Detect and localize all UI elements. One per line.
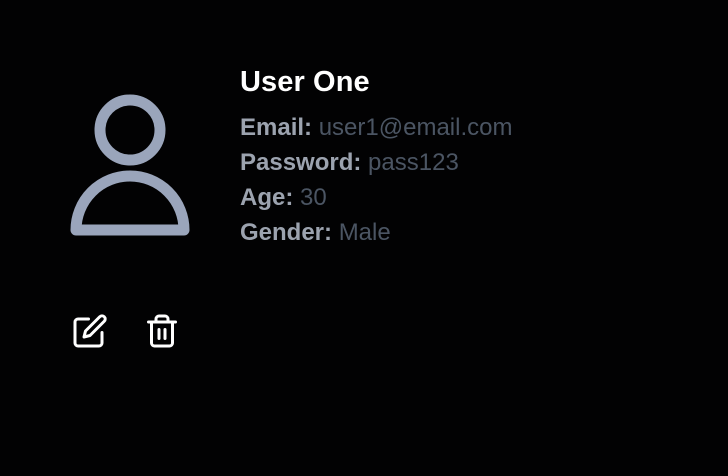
gender-value: Male — [338, 219, 391, 246]
trash-icon — [144, 313, 180, 352]
age-value: 30 — [300, 184, 327, 211]
user-info: User One Email: user1@email.com Password… — [240, 64, 512, 250]
email-label: Email: — [240, 114, 313, 141]
user-avatar-icon — [70, 88, 190, 238]
age-row: Age: 30 — [240, 180, 512, 215]
age-label: Age: — [240, 184, 294, 211]
email-value: user1@email.com — [318, 114, 513, 141]
user-actions — [72, 313, 180, 352]
email-row: Email: user1@email.com — [240, 110, 512, 145]
gender-label: Gender: — [240, 219, 333, 246]
password-label: Password: — [240, 149, 362, 176]
user-card: User One Email: user1@email.com Password… — [0, 0, 728, 476]
edit-button[interactable] — [72, 313, 108, 352]
password-value: pass123 — [368, 149, 459, 176]
password-row: Password: pass123 — [240, 145, 512, 180]
delete-button[interactable] — [144, 314, 180, 350]
edit-icon — [72, 313, 108, 352]
gender-row: Gender: Male — [240, 215, 512, 250]
user-name: User One — [240, 66, 370, 98]
